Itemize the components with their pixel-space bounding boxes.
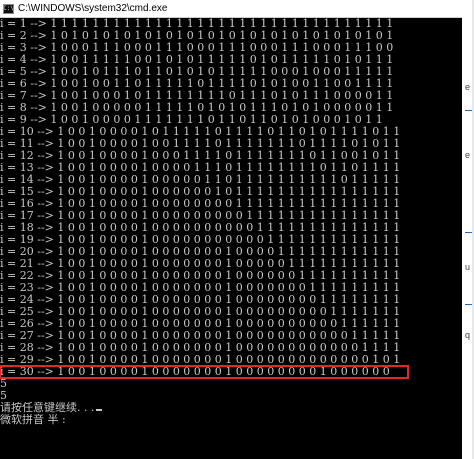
console-line: i = 7 --> 1 0 0 1 0 0 0 1 0 1 1 1 1 1 1 … <box>0 90 394 102</box>
edge-link-underline <box>465 110 472 111</box>
cmd-icon: C:\ <box>3 3 14 14</box>
console-line: i = 15 --> 1 0 0 1 0 0 0 0 1 0 0 0 0 0 0… <box>0 186 401 198</box>
console-line: i = 6 --> 1 0 0 1 0 0 1 1 0 1 1 1 1 1 0 … <box>0 78 394 90</box>
console-line: i = 19 --> 1 0 0 1 0 0 0 0 1 0 0 0 0 0 0… <box>0 234 401 246</box>
console-line: 请按任意键继续. . . <box>0 402 462 414</box>
console-line: i = 25 --> 1 0 0 1 0 0 0 0 1 0 0 0 0 0 0… <box>0 306 401 318</box>
console-line: i = 18 --> 1 0 0 1 0 0 0 0 1 0 0 0 0 0 0… <box>0 222 401 234</box>
edge-text: e <box>465 82 471 92</box>
console-line: 微软拼音 半 : <box>0 414 66 426</box>
console-line: i = 29 --> 1 0 0 1 0 0 0 0 1 0 0 0 0 0 0… <box>0 354 401 366</box>
edge-link-underline <box>465 304 472 305</box>
console-line: i = 14 --> 1 0 0 1 0 0 0 0 1 0 0 0 0 0 1… <box>0 174 401 186</box>
console-line: i = 26 --> 1 0 0 1 0 0 0 0 1 0 0 0 0 0 0… <box>0 318 401 330</box>
background-window-edge: e e u q <box>462 0 474 459</box>
console-line: i = 5 --> 1 0 0 1 0 1 1 1 0 1 1 0 1 0 1 … <box>0 66 394 78</box>
console-line: i = 9 --> 1 0 0 1 0 0 0 0 1 1 1 1 1 1 1 … <box>0 114 383 126</box>
console-line: i = 16 --> 1 0 0 1 0 0 0 0 1 0 0 0 0 0 0… <box>0 198 401 210</box>
console-line: i = 17 --> 1 0 0 1 0 0 0 0 1 0 0 0 0 0 0… <box>0 210 401 222</box>
edge-text: u <box>465 262 471 272</box>
edge-text: e <box>465 150 471 160</box>
console-line: i = 23 --> 1 0 0 1 0 0 0 0 1 0 0 0 0 0 0… <box>0 282 401 294</box>
cmd-window: C:\ C:\WINDOWS\system32\cmd.exe i = 1 --… <box>0 0 462 459</box>
text-cursor <box>96 409 103 411</box>
console-line: i = 28 --> 1 0 0 1 0 0 0 0 1 0 0 0 0 0 0… <box>0 342 401 354</box>
console-line: i = 24 --> 1 0 0 1 0 0 0 0 1 0 0 0 0 0 0… <box>0 294 401 306</box>
console-line: i = 21 --> 1 0 0 1 0 0 0 0 1 0 0 0 0 0 0… <box>0 258 401 270</box>
edge-link-underline <box>465 232 472 233</box>
console-line: i = 10 --> 1 0 0 1 0 0 0 0 1 0 1 1 1 1 1… <box>0 126 401 138</box>
console-line: i = 1 --> 1 1 1 1 1 1 1 1 1 1 1 1 1 1 1 … <box>0 18 394 30</box>
highlighted-output-line: i = 30 --> 1 0 0 1 0 0 0 0 1 0 0 0 0 0 0… <box>0 365 409 379</box>
console-line: i = 12 --> 1 0 0 1 0 0 0 0 1 0 0 0 1 1 1… <box>0 150 401 162</box>
console-line: i = 4 --> 1 0 0 1 1 1 1 1 0 0 1 0 1 0 1 … <box>0 54 394 66</box>
console-line: i = 11 --> 1 0 0 1 0 0 0 0 1 0 0 1 1 1 1… <box>0 138 401 150</box>
console-line: i = 20 --> 1 0 0 1 0 0 0 0 1 0 0 0 0 0 0… <box>0 246 401 258</box>
console-line: 5 <box>0 390 7 402</box>
console-line: i = 2 --> 1 0 1 0 1 0 1 0 1 0 1 0 1 0 1 … <box>0 30 394 42</box>
console-line: 5 <box>0 378 7 390</box>
edge-text: q <box>465 330 471 340</box>
window-title: C:\WINDOWS\system32\cmd.exe <box>18 3 168 14</box>
console-line: i = 27 --> 1 0 0 1 0 0 0 0 1 0 0 0 0 0 0… <box>0 330 401 342</box>
title-bar[interactable]: C:\ C:\WINDOWS\system32\cmd.exe <box>0 0 462 18</box>
console-line: i = 13 --> 1 0 0 1 0 0 0 0 1 0 0 0 0 1 1… <box>0 162 401 174</box>
console-line: i = 8 --> 1 0 0 1 0 0 0 0 0 1 1 1 1 1 0 … <box>0 102 394 114</box>
console-line: i = 22 --> 1 0 0 1 0 0 0 0 1 0 0 0 0 0 0… <box>0 270 401 282</box>
console-line: i = 3 --> 1 0 0 0 1 1 1 0 0 0 1 1 1 0 0 … <box>0 42 394 54</box>
console-output[interactable]: i = 1 --> 1 1 1 1 1 1 1 1 1 1 1 1 1 1 1 … <box>0 18 462 459</box>
